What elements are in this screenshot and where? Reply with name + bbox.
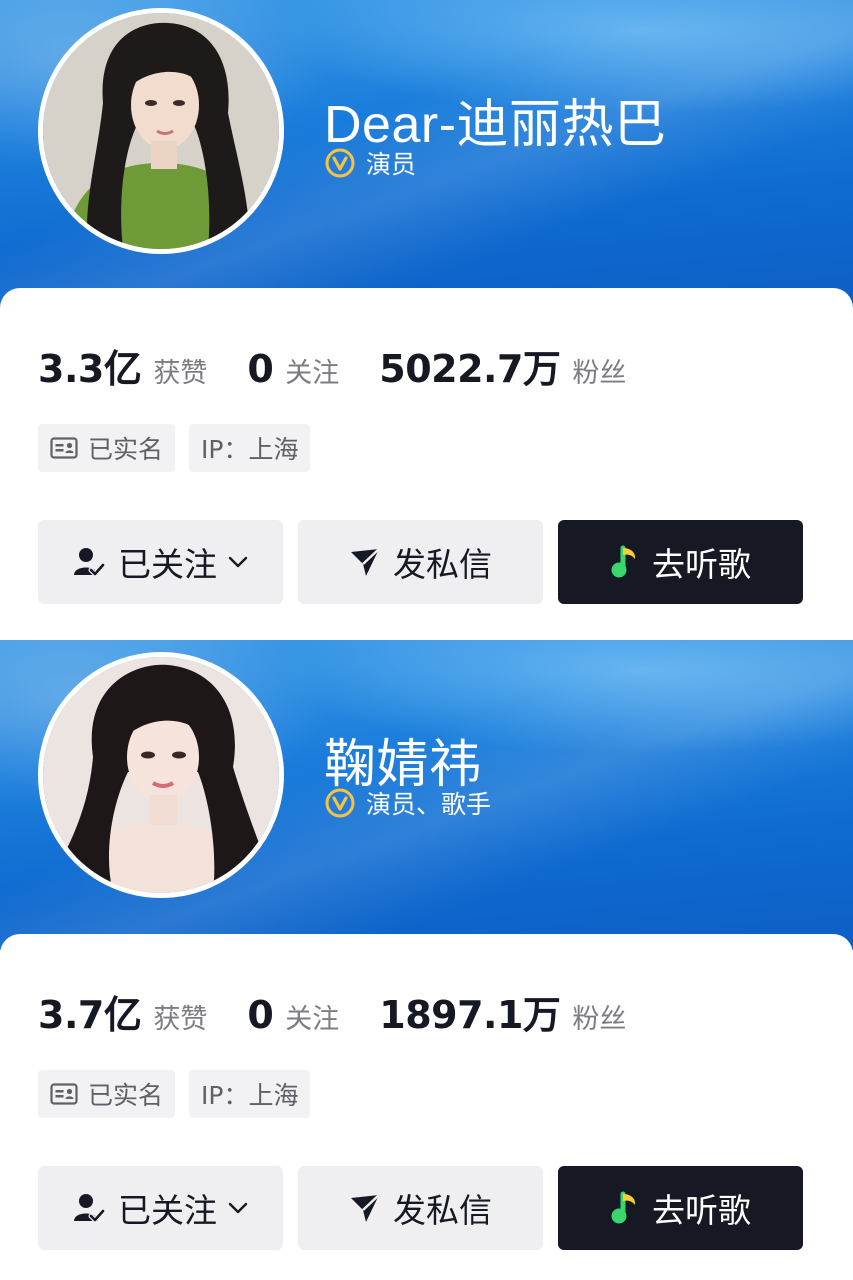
listen-music-button[interactable]: 去听歌 — [558, 520, 803, 604]
listen-music-label: 去听歌 — [652, 545, 751, 584]
verified-v-icon — [325, 788, 355, 818]
music-note-icon — [611, 545, 636, 578]
followers-count[interactable]: 5022.7万 — [379, 338, 561, 393]
id-card-icon — [50, 1083, 78, 1105]
verified-name-text: 已实名 — [88, 1081, 164, 1110]
verified-name-tag: 已实名 — [38, 424, 176, 472]
following-label[interactable]: 关注 — [285, 351, 339, 390]
likes-count: 3.7亿 — [38, 993, 142, 1037]
certification: 演员、歌手 — [324, 785, 491, 821]
profile-info-card: 3.3亿 获赞 0 关注 5022.7万 粉丝 已实名 IP：上海 已关注 发私… — [0, 288, 853, 640]
followers-count[interactable]: 1897.1万 — [379, 984, 561, 1039]
profile-tags: 已实名 IP：上海 — [38, 1070, 324, 1118]
avatar-image — [43, 13, 279, 249]
certification-text: 演员、歌手 — [366, 790, 492, 819]
person-check-icon — [74, 1194, 106, 1223]
followed-button-label: 已关注 — [118, 545, 217, 584]
ip-location-tag: IP：上海 — [189, 1070, 311, 1118]
profile-info-card: 3.7亿 获赞 0 关注 1897.1万 粉丝 已实名 IP：上海 已关注 发私… — [0, 934, 853, 1280]
certification-text: 演员 — [366, 150, 417, 179]
profile-card-2: 鞠婧祎 演员、歌手 3.7亿 获赞 0 关注 1897.1万 粉丝 已实名 IP… — [0, 640, 853, 1280]
likes-label: 获赞 — [153, 1004, 208, 1035]
send-icon — [351, 1194, 380, 1222]
following-count[interactable]: 0 — [247, 993, 273, 1037]
stats-row: 3.3亿 获赞 0 关注 5022.7万 粉丝 — [38, 338, 626, 393]
followed-button[interactable]: 已关注 — [38, 1166, 283, 1250]
verified-name-text: 已实名 — [88, 435, 164, 464]
send-message-label: 发私信 — [393, 545, 492, 584]
followers-label[interactable]: 粉丝 — [572, 351, 626, 390]
action-buttons: 已关注 发私信 去听歌 — [38, 1166, 803, 1250]
verified-v-icon — [325, 148, 355, 178]
certification: 演员 — [324, 145, 416, 181]
music-note-icon — [611, 1191, 636, 1224]
profile-tags: 已实名 IP：上海 — [38, 424, 324, 472]
ip-location-text: IP：上海 — [201, 435, 299, 464]
listen-music-label: 去听歌 — [652, 1191, 751, 1230]
send-icon — [351, 548, 380, 576]
profile-card-1: Dear-迪丽热巴 演员 3.3亿 获赞 0 关注 5022.7万 粉丝 已实名… — [0, 0, 853, 640]
chevron-down-icon — [228, 1202, 248, 1214]
id-card-icon — [50, 437, 78, 459]
avatar[interactable] — [38, 8, 284, 254]
avatar[interactable] — [38, 652, 284, 898]
following-label[interactable]: 关注 — [285, 997, 339, 1036]
verified-name-tag: 已实名 — [38, 1070, 176, 1118]
send-message-button[interactable]: 发私信 — [298, 1166, 543, 1250]
send-message-button[interactable]: 发私信 — [298, 520, 543, 604]
avatar-image — [43, 657, 279, 893]
likes-count: 3.3亿 — [38, 347, 142, 391]
chevron-down-icon — [228, 556, 248, 568]
followers-label[interactable]: 粉丝 — [572, 997, 626, 1036]
ip-location-tag: IP：上海 — [189, 424, 311, 472]
person-check-icon — [74, 548, 106, 577]
likes-label: 获赞 — [153, 358, 208, 389]
followed-button[interactable]: 已关注 — [38, 520, 283, 604]
stats-row: 3.7亿 获赞 0 关注 1897.1万 粉丝 — [38, 984, 626, 1039]
following-count[interactable]: 0 — [247, 347, 273, 391]
ip-location-text: IP：上海 — [201, 1081, 299, 1110]
followed-button-label: 已关注 — [118, 1191, 217, 1230]
action-buttons: 已关注 发私信 去听歌 — [38, 520, 803, 604]
listen-music-button[interactable]: 去听歌 — [558, 1166, 803, 1250]
send-message-label: 发私信 — [393, 1191, 492, 1230]
